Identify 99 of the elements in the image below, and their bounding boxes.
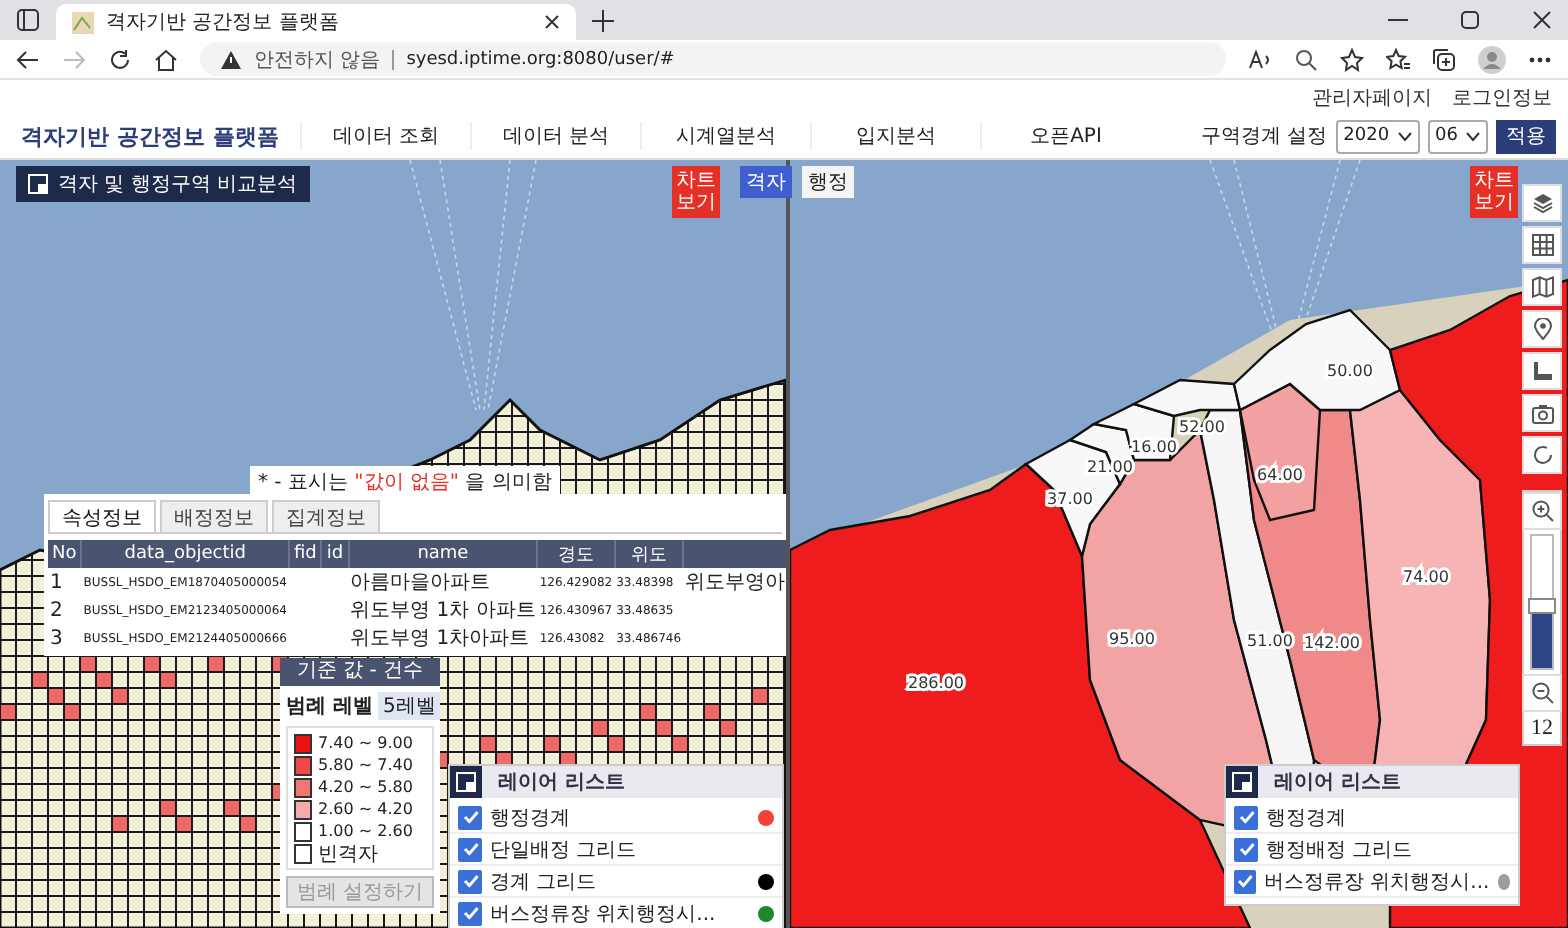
- district-value-label: 50.00: [1327, 362, 1373, 380]
- maximize-icon[interactable]: [1460, 10, 1480, 30]
- legend-label: 7.40 ~ 9.00: [318, 734, 413, 752]
- district-value-label: 142.00: [1304, 634, 1360, 652]
- layer-label: 단일배정 그리드: [490, 837, 639, 863]
- table-cell-text: 위도부영 1차아파트: [348, 626, 532, 652]
- top-link[interactable]: 로그인정보: [1452, 83, 1552, 111]
- popup-tab[interactable]: 집계정보: [272, 500, 380, 532]
- nav-item[interactable]: 데이터 조회: [300, 122, 470, 150]
- column-header: 경도: [537, 540, 615, 568]
- layer-label: 행정경계: [490, 805, 572, 831]
- refresh-icon[interactable]: [108, 47, 132, 71]
- top-link[interactable]: 관리자페이지: [1312, 83, 1432, 111]
- site-logo[interactable]: 격자기반 공간정보 플랫폼: [0, 121, 300, 151]
- nav-item[interactable]: 시계열분석: [640, 122, 810, 150]
- column-header: 위도: [614, 540, 684, 568]
- table-cell-text: 2: [48, 597, 65, 624]
- security-label: 안전하지 않음: [254, 47, 381, 73]
- view-toggle-tab[interactable]: 격자: [740, 166, 792, 198]
- map-favicon-icon: [72, 11, 94, 33]
- layer-checkbox[interactable]: [458, 805, 482, 829]
- layer-label: 버스정류장 위치행정시...: [1264, 869, 1490, 895]
- chart-view-button[interactable]: 차트 보기: [672, 166, 720, 218]
- zoom-level-text: 12: [1531, 714, 1553, 744]
- window-icon: [28, 174, 48, 194]
- column-header: No: [48, 540, 82, 568]
- more-icon[interactable]: [1528, 55, 1552, 63]
- url-text: syesd.iptime.org:8080/user/#: [406, 49, 675, 69]
- layer-label: 행정배정 그리드: [1266, 837, 1415, 863]
- new-tab-icon[interactable]: [592, 9, 614, 31]
- nav-item[interactable]: 오픈API: [980, 122, 1150, 150]
- district-value-label: 64.00: [1257, 466, 1303, 484]
- layer-checkbox[interactable]: [1234, 869, 1256, 893]
- close-window-icon[interactable]: [1532, 10, 1552, 30]
- avatar-icon[interactable]: [1478, 45, 1506, 73]
- layer-checkbox[interactable]: [1234, 805, 1258, 829]
- address-field[interactable]: 안전하지 않음 syesd.iptime.org:8080/user/#: [200, 42, 1226, 76]
- legend-label: 2.60 ~ 4.20: [318, 800, 413, 818]
- district-value-label: 95.00: [1109, 630, 1155, 648]
- favorites-icon[interactable]: [1386, 47, 1410, 71]
- column-header: name: [348, 540, 538, 568]
- compare-analysis-button[interactable]: 격자 및 행정구역 비교분석: [16, 166, 310, 202]
- layer-label: 행정경계: [1266, 805, 1348, 831]
- zoom-icon[interactable]: [1294, 47, 1318, 71]
- layer-checkbox[interactable]: [458, 837, 482, 861]
- warning-icon: [220, 49, 242, 69]
- legend-label: 1.00 ~ 2.60: [318, 822, 413, 840]
- district-value-label: 74.00: [1403, 568, 1449, 586]
- nav-item[interactable]: 데이터 분석: [470, 122, 640, 150]
- close-tab-icon[interactable]: [544, 14, 560, 30]
- legend-level-badge: 5레벨: [378, 692, 440, 720]
- caret-icon: [1466, 131, 1480, 141]
- column-header: fid: [288, 540, 322, 568]
- layer-checkbox[interactable]: [458, 869, 482, 893]
- boundary-label: 구역경계 설정: [1200, 124, 1328, 150]
- layers-icon[interactable]: [1522, 184, 1562, 222]
- layer-list-title: 레이어 리스트: [1272, 770, 1401, 796]
- table-cell-text: 위도부영 1차 아파트: [348, 598, 538, 624]
- table-cell: 1: [48, 568, 82, 596]
- layer-label: 버스정류장 위치행정시...: [490, 901, 718, 927]
- year-select[interactable]: 2020: [1335, 119, 1420, 153]
- legend-title: 기준 값 - 건수: [280, 658, 440, 686]
- layer-label: 경계 그리드: [490, 869, 599, 895]
- camera-icon[interactable]: [1522, 394, 1562, 432]
- zoom-slider[interactable]: [1530, 534, 1554, 670]
- column-header: id: [321, 540, 349, 568]
- caret-icon: [1397, 131, 1412, 141]
- legend-label: 5.80 ~ 7.40: [318, 756, 413, 774]
- collections-icon[interactable]: [1432, 47, 1456, 71]
- star-add-icon[interactable]: [1340, 47, 1364, 71]
- nav-item[interactable]: 입지분석: [810, 122, 980, 150]
- legend-label: 4.20 ~ 5.80: [318, 778, 413, 796]
- popup-tab[interactable]: 배정정보: [160, 500, 268, 532]
- column-header: data_objectid: [81, 540, 289, 568]
- layer-checkbox[interactable]: [1234, 837, 1258, 861]
- view-toggle-tab[interactable]: 행정: [802, 166, 854, 198]
- map-icon[interactable]: [1522, 268, 1562, 306]
- table-cell-text: 3: [48, 625, 65, 652]
- table-cell: 위도부영아: [685, 572, 786, 594]
- table-cell: 아름마을아파트: [348, 568, 538, 596]
- zoom-out-icon[interactable]: [1522, 674, 1562, 712]
- steps-icon[interactable]: [1522, 352, 1562, 390]
- zoom-in-icon[interactable]: [1522, 492, 1562, 530]
- legend-level-label: 범례 레벨: [286, 694, 373, 720]
- popup-tab[interactable]: 속성정보: [48, 500, 156, 532]
- browser-tab[interactable]: 격자기반 공간정보 플랫폼: [56, 4, 576, 40]
- layer-list-title: 레이어 리스트: [496, 770, 625, 796]
- location-pin-icon[interactable]: [1522, 310, 1562, 348]
- district-value-label: 286.00: [908, 674, 964, 692]
- month-select[interactable]: 06: [1427, 119, 1488, 153]
- legend-label: 빈격자: [318, 841, 378, 867]
- read-aloud-icon[interactable]: [1248, 47, 1272, 71]
- chart-view-button[interactable]: 차트 보기: [1470, 166, 1518, 218]
- home-icon[interactable]: [154, 47, 178, 71]
- layer-checkbox[interactable]: [458, 901, 482, 925]
- back-icon[interactable]: [16, 47, 40, 71]
- apply-button[interactable]: 적용: [1496, 119, 1556, 153]
- grid-icon[interactable]: [1522, 226, 1562, 264]
- tab-list-icon[interactable]: [16, 8, 40, 32]
